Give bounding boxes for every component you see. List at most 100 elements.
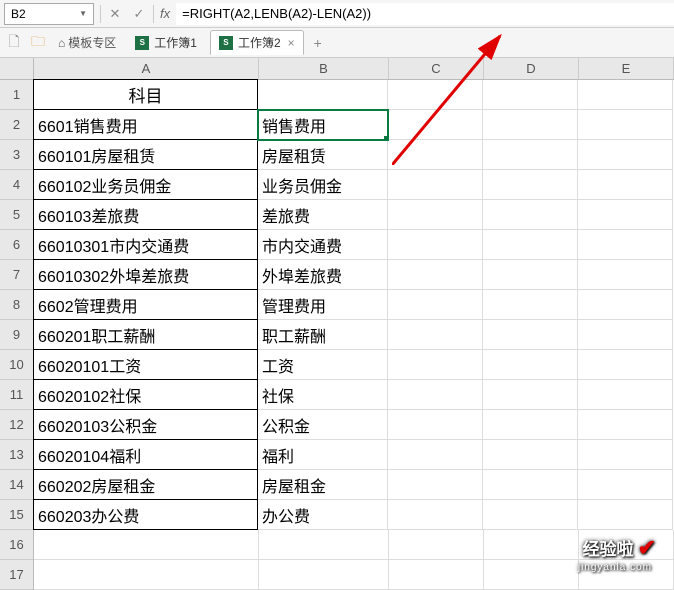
cell-B5[interactable]: 差旅费 — [258, 200, 388, 230]
cell-B12[interactable]: 公积金 — [258, 410, 388, 440]
cell-C9[interactable] — [388, 320, 483, 350]
row-header-10[interactable]: 10 — [0, 350, 33, 380]
cell-D10[interactable] — [483, 350, 578, 380]
cell-D13[interactable] — [483, 440, 578, 470]
row-header-4[interactable]: 4 — [0, 170, 33, 200]
cell-C17[interactable] — [389, 560, 484, 590]
add-tab-button[interactable]: + — [308, 33, 328, 53]
cell-E9[interactable] — [578, 320, 673, 350]
cell-E15[interactable] — [578, 500, 673, 530]
row-header-17[interactable]: 17 — [0, 560, 33, 590]
cell-C16[interactable] — [389, 530, 484, 560]
cell-E5[interactable] — [578, 200, 673, 230]
cell-D4[interactable] — [483, 170, 578, 200]
cell-B17[interactable] — [259, 560, 389, 590]
cell-C14[interactable] — [388, 470, 483, 500]
col-header-D[interactable]: D — [484, 58, 579, 79]
cell-A9[interactable]: 660201职工薪酬 — [33, 319, 258, 350]
row-header-9[interactable]: 9 — [0, 320, 33, 350]
row-header-12[interactable]: 12 — [0, 410, 33, 440]
select-all-corner[interactable] — [0, 58, 33, 80]
cell-C5[interactable] — [388, 200, 483, 230]
row-header-6[interactable]: 6 — [0, 230, 33, 260]
cell-B9[interactable]: 职工薪酬 — [258, 320, 388, 350]
cell-A17[interactable] — [34, 560, 259, 590]
cell-A12[interactable]: 66020103公积金 — [33, 409, 258, 440]
cell-C8[interactable] — [388, 290, 483, 320]
row-header-16[interactable]: 16 — [0, 530, 33, 560]
col-header-E[interactable]: E — [579, 58, 674, 79]
name-box[interactable]: B2 ▼ — [4, 3, 94, 25]
open-folder-icon[interactable]: 🗀 — [28, 33, 48, 53]
cell-A1[interactable]: 科目 — [33, 79, 258, 110]
cell-A16[interactable] — [34, 530, 259, 560]
cell-E4[interactable] — [578, 170, 673, 200]
cell-A15[interactable]: 660203办公费 — [33, 499, 258, 530]
cell-B14[interactable]: 房屋租金 — [258, 470, 388, 500]
cell-B10[interactable]: 工资 — [258, 350, 388, 380]
cell-B2[interactable]: 销售费用 — [258, 110, 388, 140]
cell-D6[interactable] — [483, 230, 578, 260]
cell-A8[interactable]: 6602管理费用 — [33, 289, 258, 320]
cell-D16[interactable] — [484, 530, 579, 560]
cell-A3[interactable]: 660101房屋租赁 — [33, 139, 258, 170]
cell-E3[interactable] — [578, 140, 673, 170]
cell-B16[interactable] — [259, 530, 389, 560]
cell-C10[interactable] — [388, 350, 483, 380]
row-header-8[interactable]: 8 — [0, 290, 33, 320]
cell-D9[interactable] — [483, 320, 578, 350]
row-header-5[interactable]: 5 — [0, 200, 33, 230]
cell-B11[interactable]: 社保 — [258, 380, 388, 410]
new-file-icon[interactable]: 🗋 — [4, 33, 24, 53]
cell-D1[interactable] — [483, 80, 578, 110]
cell-A13[interactable]: 66020104福利 — [33, 439, 258, 470]
template-area-button[interactable]: ⌂ 模板专区 — [52, 32, 122, 53]
cell-D7[interactable] — [483, 260, 578, 290]
workbook-tab-2[interactable]: S 工作簿2 × — [210, 30, 304, 55]
fx-icon[interactable]: fx — [160, 6, 170, 21]
cell-C12[interactable] — [388, 410, 483, 440]
cell-B13[interactable]: 福利 — [258, 440, 388, 470]
col-header-B[interactable]: B — [259, 58, 389, 79]
cell-E10[interactable] — [578, 350, 673, 380]
cell-C6[interactable] — [388, 230, 483, 260]
cell-A5[interactable]: 660103差旅费 — [33, 199, 258, 230]
cell-B4[interactable]: 业务员佣金 — [258, 170, 388, 200]
cancel-icon[interactable]: ✕ — [104, 3, 126, 25]
cell-D17[interactable] — [484, 560, 579, 590]
row-header-1[interactable]: 1 — [0, 80, 33, 110]
cell-D12[interactable] — [483, 410, 578, 440]
cell-A10[interactable]: 66020101工资 — [33, 349, 258, 380]
cell-B8[interactable]: 管理费用 — [258, 290, 388, 320]
cell-C13[interactable] — [388, 440, 483, 470]
cell-D2[interactable] — [483, 110, 578, 140]
row-header-13[interactable]: 13 — [0, 440, 33, 470]
cell-E7[interactable] — [578, 260, 673, 290]
cell-B7[interactable]: 外埠差旅费 — [258, 260, 388, 290]
col-header-C[interactable]: C — [389, 58, 484, 79]
cell-E11[interactable] — [578, 380, 673, 410]
cell-C2[interactable] — [388, 110, 483, 140]
cell-B3[interactable]: 房屋租赁 — [258, 140, 388, 170]
cell-B15[interactable]: 办公费 — [258, 500, 388, 530]
cell-E1[interactable] — [578, 80, 673, 110]
cell-C11[interactable] — [388, 380, 483, 410]
cell-C3[interactable] — [388, 140, 483, 170]
cell-E2[interactable] — [578, 110, 673, 140]
cell-C4[interactable] — [388, 170, 483, 200]
cell-A6[interactable]: 66010301市内交通费 — [33, 229, 258, 260]
cell-C1[interactable] — [388, 80, 483, 110]
cell-A4[interactable]: 660102业务员佣金 — [33, 169, 258, 200]
cell-D14[interactable] — [483, 470, 578, 500]
name-box-dropdown-icon[interactable]: ▼ — [79, 9, 87, 18]
accept-icon[interactable]: ✓ — [128, 3, 150, 25]
cell-A14[interactable]: 660202房屋租金 — [33, 469, 258, 500]
col-header-A[interactable]: A — [34, 58, 259, 79]
formula-input[interactable]: =RIGHT(A2,LENB(A2)-LEN(A2)) — [176, 3, 674, 25]
row-header-3[interactable]: 3 — [0, 140, 33, 170]
row-header-14[interactable]: 14 — [0, 470, 33, 500]
cell-A7[interactable]: 66010302外埠差旅费 — [33, 259, 258, 290]
row-header-7[interactable]: 7 — [0, 260, 33, 290]
cell-E8[interactable] — [578, 290, 673, 320]
close-icon[interactable]: × — [288, 36, 295, 50]
